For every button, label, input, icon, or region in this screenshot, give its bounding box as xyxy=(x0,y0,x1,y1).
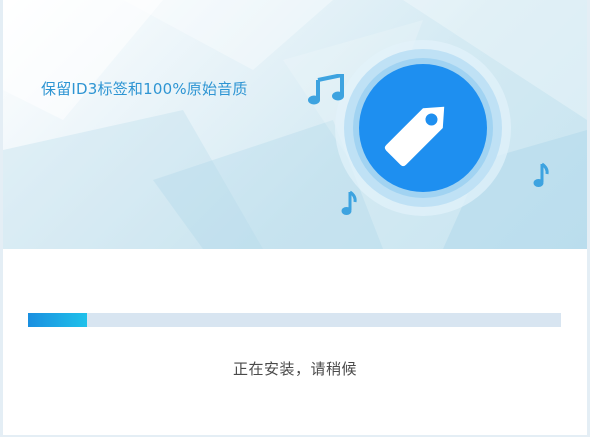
install-status-text: 正在安装，请稍候 xyxy=(232,360,357,378)
install-progress-bar xyxy=(28,313,561,327)
install-progress-fill xyxy=(28,313,87,327)
installer-window: 保留ID3标签和100%原始音质 正在安装，请稍候 xyxy=(0,0,590,437)
music-note-icon xyxy=(533,162,549,187)
music-note-icon xyxy=(341,190,357,215)
installer-banner: 保留ID3标签和100%原始音质 xyxy=(3,0,587,249)
music-note-icon xyxy=(308,74,344,105)
banner-tagline: 保留ID3标签和100%原始音质 xyxy=(41,80,248,98)
price-tag-icon xyxy=(335,40,511,216)
